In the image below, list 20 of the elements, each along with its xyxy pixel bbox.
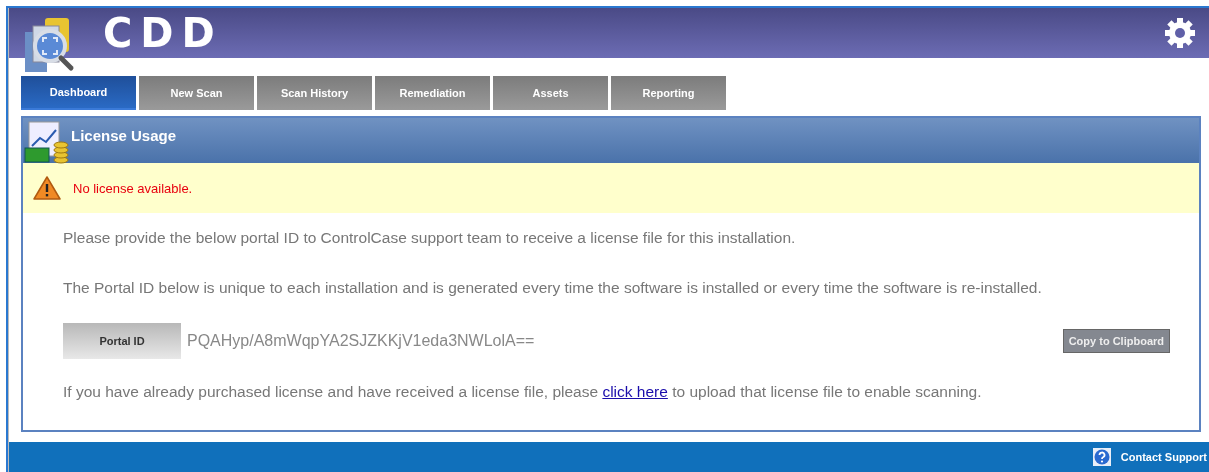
nav-tab[interactable]: Scan History [257,76,372,110]
alert-message: No license available. [73,180,193,196]
nav-tab[interactable]: Reporting [611,76,726,110]
contact-support-link[interactable]: Contact Support [1120,451,1207,463]
logo-text: CDD [103,13,223,53]
settings-icon[interactable] [1163,16,1197,50]
portal-id-label: Portal ID [63,323,181,359]
instruction-text: Please provide the below portal ID to ControlCase support team to receive a license file for this installation. [63,229,797,247]
copy-button[interactable]: Copy to Clipboard [1062,329,1170,353]
nav-tab[interactable]: Dashboard [21,76,136,110]
nav-tab[interactable]: Assets [493,76,608,110]
chart-money-icon [23,120,69,164]
instruction-text: The Portal ID below is unique to each installation and is generated every time the software is installed or every time the software is re-installed. [63,279,1043,297]
nav-tab[interactable]: New Scan [139,76,254,110]
panel-title: License Usage [71,127,177,144]
warning-icon [33,175,61,201]
nav-tab[interactable]: Remediation [375,76,490,110]
help-icon[interactable] [1092,448,1111,466]
upload-link[interactable]: click here [602,383,668,400]
upload-note: If you have already purchased license and have received a license file, please click here to upload that license file to enable scanning. [63,383,983,401]
